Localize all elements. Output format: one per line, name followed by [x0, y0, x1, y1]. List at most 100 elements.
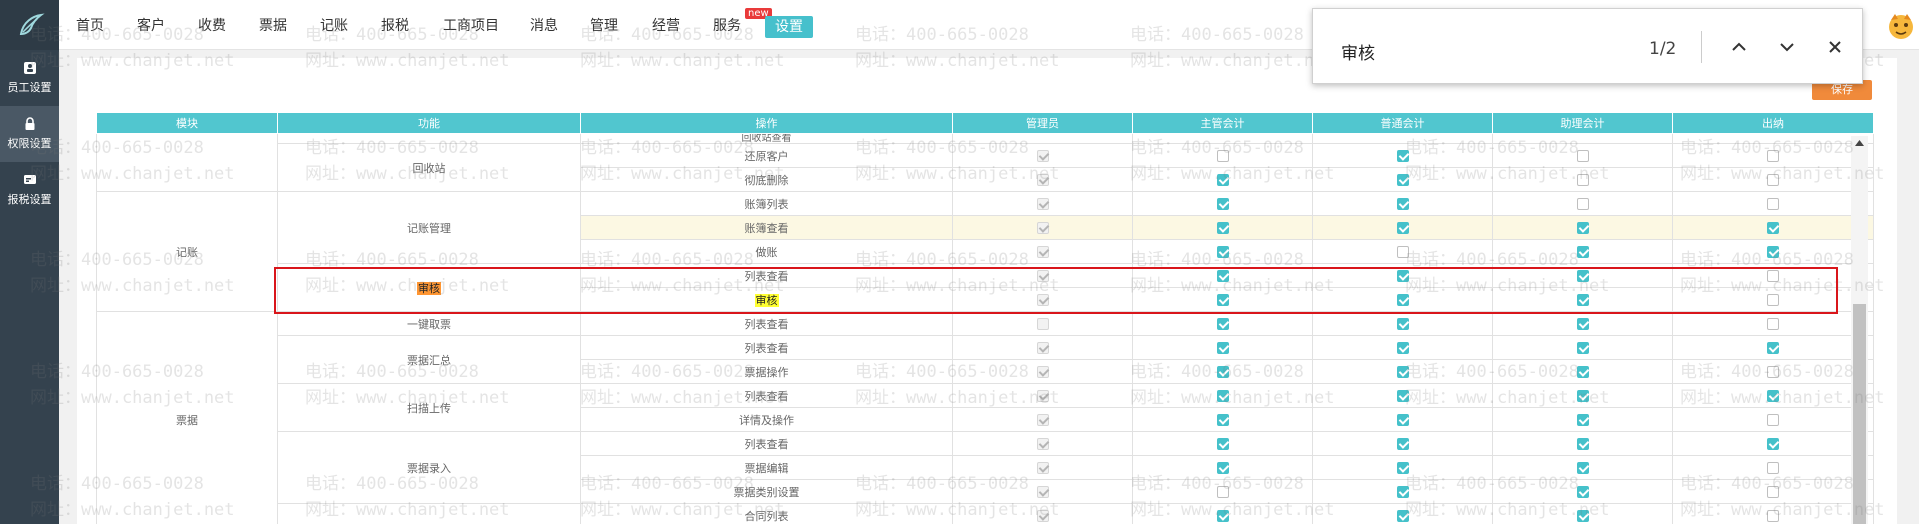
permission-checkbox[interactable] [1576, 270, 1589, 282]
permission-checkbox[interactable] [1767, 414, 1779, 426]
permission-checkbox[interactable] [1216, 510, 1229, 522]
scroll-up-arrow[interactable] [1851, 140, 1868, 150]
permission-checkbox[interactable] [1767, 246, 1779, 258]
nav-business-project[interactable]: 工商项目 [443, 17, 499, 35]
checkbox-cell [1132, 359, 1313, 384]
permission-checkbox[interactable] [1216, 486, 1229, 498]
nav-bills[interactable]: 票据 [259, 17, 287, 35]
permission-checkbox[interactable] [1767, 198, 1779, 210]
nav-management[interactable]: 管理 [590, 17, 618, 35]
permission-checkbox[interactable] [1576, 414, 1589, 426]
permission-checkbox[interactable] [1216, 294, 1229, 306]
permission-checkbox[interactable] [1767, 150, 1779, 162]
permission-checkbox[interactable] [1396, 342, 1409, 354]
permission-checkbox[interactable] [1576, 150, 1589, 162]
permission-checkbox[interactable] [1396, 486, 1409, 498]
permission-checkbox[interactable] [1216, 222, 1229, 234]
permission-checkbox[interactable] [1396, 366, 1409, 378]
scroll-thumb[interactable] [1853, 304, 1866, 524]
nav-fees[interactable]: 收费 [198, 17, 226, 35]
permission-checkbox[interactable] [1396, 294, 1409, 306]
permission-checkbox[interactable] [1396, 462, 1409, 474]
checkbox-cell [1672, 191, 1874, 216]
permission-checkbox[interactable] [1396, 198, 1409, 210]
permission-checkbox[interactable] [1396, 270, 1409, 282]
permission-checkbox[interactable] [1767, 318, 1779, 330]
permission-checkbox[interactable] [1576, 198, 1589, 210]
permission-checkbox[interactable] [1396, 414, 1409, 426]
permission-checkbox[interactable] [1767, 510, 1779, 522]
find-input[interactable]: 审核 [1341, 39, 1375, 64]
permission-checkbox[interactable] [1767, 462, 1779, 474]
permission-checkbox[interactable] [1576, 438, 1589, 450]
operation-cell: 审核 [580, 287, 953, 312]
nav-customer[interactable]: 客户 [137, 17, 165, 35]
permission-checkbox[interactable] [1767, 438, 1779, 450]
permission-checkbox[interactable] [1767, 390, 1779, 402]
permission-checkbox[interactable] [1767, 486, 1779, 498]
nav-tax[interactable]: 报税 [381, 17, 409, 35]
nav-operations[interactable]: 经营 [652, 17, 680, 35]
permission-checkbox[interactable] [1396, 510, 1409, 522]
nav-services[interactable]: 服务 [713, 17, 741, 35]
permission-checkbox[interactable] [1576, 342, 1589, 354]
permission-checkbox[interactable] [1576, 294, 1589, 306]
triangle-up-icon [1855, 140, 1864, 146]
permission-checkbox[interactable] [1576, 174, 1589, 186]
permission-checkbox[interactable] [1576, 222, 1589, 234]
permission-checkbox[interactable] [1216, 174, 1229, 186]
checkbox-cell [1312, 215, 1493, 240]
sidebar-item-employee[interactable]: 员工设置 [0, 50, 59, 106]
table-scrollbar[interactable] [1851, 136, 1868, 524]
permission-checkbox[interactable] [1576, 318, 1589, 330]
permission-checkbox[interactable] [1396, 246, 1409, 258]
app-logo[interactable] [0, 0, 59, 50]
nav-settings[interactable]: 设置 [765, 16, 813, 38]
function-cell: 扫描上传 [277, 383, 581, 432]
permission-checkbox[interactable] [1216, 462, 1229, 474]
permission-checkbox[interactable] [1216, 318, 1229, 330]
permission-checkbox[interactable] [1396, 150, 1409, 162]
permission-checkbox[interactable] [1767, 366, 1779, 378]
permission-checkbox[interactable] [1767, 342, 1779, 354]
permission-checkbox[interactable] [1767, 294, 1779, 306]
nav-bookkeeping[interactable]: 记账 [320, 17, 348, 35]
permission-checkbox[interactable] [1576, 246, 1589, 258]
permission-checkbox[interactable] [1767, 270, 1779, 282]
checkbox-cell [1132, 215, 1313, 240]
permission-checkbox[interactable] [1216, 342, 1229, 354]
permission-checkbox[interactable] [1216, 270, 1229, 282]
permission-checkbox[interactable] [1216, 438, 1229, 450]
checkbox-cell [1312, 407, 1493, 432]
sidebar-item-tax[interactable]: 报税设置 [0, 162, 59, 218]
permission-checkbox[interactable] [1396, 222, 1409, 234]
permission-checkbox[interactable] [1576, 486, 1589, 498]
find-next-button[interactable] [1775, 35, 1799, 59]
avatar-icon[interactable] [1885, 10, 1917, 42]
nav-home[interactable]: 首页 [76, 17, 104, 35]
nav-messages[interactable]: 消息 [530, 17, 558, 35]
permission-checkbox[interactable] [1576, 366, 1589, 378]
permission-checkbox[interactable] [1216, 414, 1229, 426]
permission-checkbox[interactable] [1576, 390, 1589, 402]
permission-checkbox[interactable] [1767, 222, 1779, 234]
permission-checkbox[interactable] [1216, 390, 1229, 402]
permission-checkbox[interactable] [1216, 198, 1229, 210]
permission-checkbox[interactable] [1396, 174, 1409, 186]
find-prev-button[interactable] [1727, 35, 1751, 59]
checkbox-cell [1492, 311, 1673, 336]
sidebar-item-permission[interactable]: 权限设置 [0, 106, 59, 162]
permission-checkbox[interactable] [1576, 462, 1589, 474]
permission-checkbox[interactable] [1396, 390, 1409, 402]
permission-checkbox[interactable] [1216, 366, 1229, 378]
find-close-button[interactable] [1823, 35, 1847, 59]
permission-checkbox[interactable] [1396, 318, 1409, 330]
permission-checkbox[interactable] [1216, 246, 1229, 258]
table-header-row: 模块 功能 操作 管理员 主管会计 普通会计 助理会计 出纳 [96, 112, 1874, 134]
permission-checkbox[interactable] [1216, 150, 1229, 162]
checkbox-cell [952, 455, 1133, 480]
permission-checkbox[interactable] [1576, 510, 1589, 522]
chevron-down-icon [1780, 43, 1794, 52]
permission-checkbox[interactable] [1396, 438, 1409, 450]
permission-checkbox[interactable] [1767, 174, 1779, 186]
